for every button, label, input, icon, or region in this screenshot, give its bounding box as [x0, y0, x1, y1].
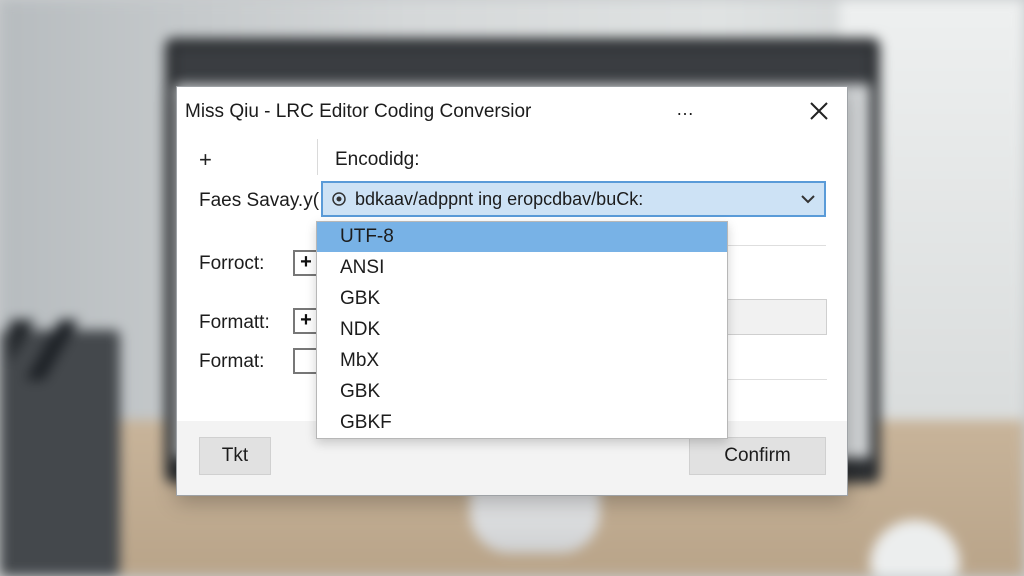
close-icon[interactable] [805, 97, 833, 125]
dropdown-option[interactable]: MbX [317, 346, 727, 376]
dropdown-option[interactable]: UTF-8 [317, 222, 727, 252]
dropdown-option[interactable]: GBK [317, 284, 727, 314]
dropdown-option[interactable]: NDK [317, 315, 727, 345]
encoding-select-value: bdkaav/adppnt ing eropcdbav/buCk: [355, 189, 644, 209]
divider [317, 139, 318, 175]
monitor-titlebar [175, 48, 870, 84]
pens [10, 320, 100, 380]
format-label: Format: [199, 351, 265, 372]
encoding-dropdown-list: UTF-8 ANSI GBK NDK MbX GBK GBKF [316, 221, 728, 439]
dropdown-option[interactable]: GBKF [317, 408, 727, 438]
files-save-label: Faes Savay.y( [199, 190, 319, 211]
dialog-title: Miss Qiu - LRC Editor Coding Conversior [185, 101, 532, 122]
dropdown-option[interactable]: ANSI [317, 253, 727, 283]
confirm-button[interactable]: Confirm [689, 437, 826, 475]
encoding-select[interactable]: bdkaav/adppnt ing eropcdbav/buCk: [321, 181, 826, 217]
format-field[interactable] [725, 299, 827, 335]
dropdown-option[interactable]: GBK [317, 377, 727, 407]
add-button[interactable]: + [199, 147, 212, 173]
format-label: Formatt: [199, 312, 270, 333]
more-options-icon[interactable]: … [673, 97, 697, 121]
divider [725, 379, 827, 380]
radio-icon [331, 191, 347, 207]
secondary-button[interactable]: Tkt [199, 437, 271, 475]
format-label: Forroct: [199, 253, 265, 274]
chevron-down-icon [800, 192, 816, 206]
encoding-label: Encodidg: [335, 149, 420, 170]
